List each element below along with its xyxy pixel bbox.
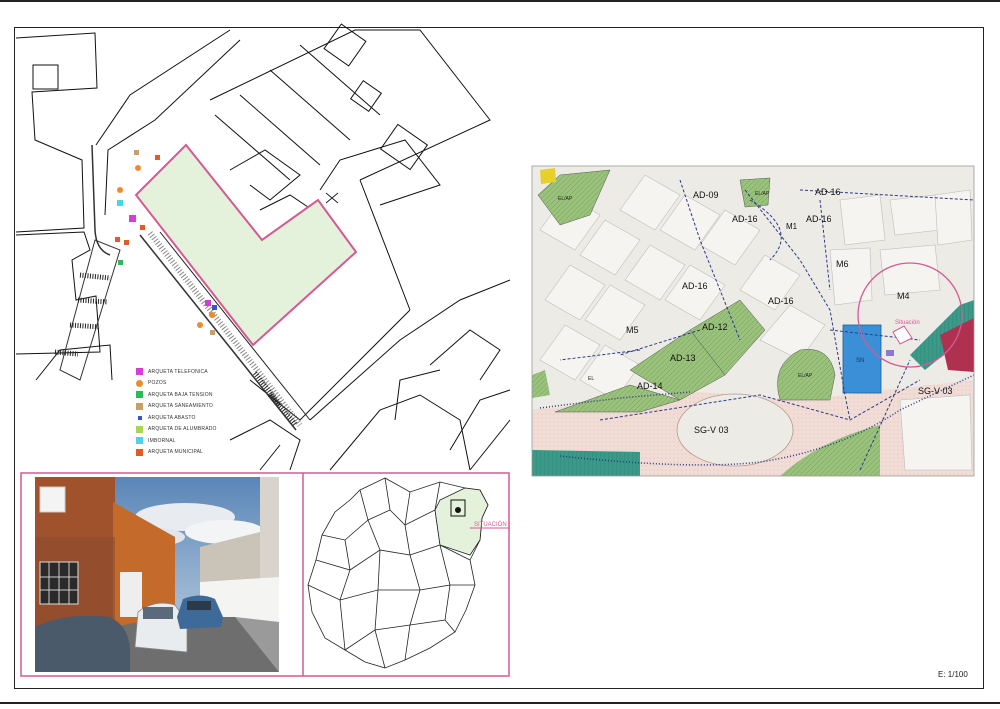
zone-label-elap: EL/AP — [798, 373, 813, 379]
zone-label-ad13: AD-13 — [670, 353, 696, 363]
zoning-map: AD-09 AD-16 AD-16 AD-16 AD-16 AD-16 AD-1… — [531, 165, 975, 477]
zone-label-sgv03: SG-V 03 — [694, 425, 729, 435]
zone-label-ad09: AD-09 — [693, 190, 719, 200]
zone-label-ad12: AD-12 — [702, 322, 728, 332]
zone-label-ad16: AD-16 — [768, 296, 794, 306]
zone-label-m4: M4 — [897, 291, 910, 301]
zone-label-m1: M1 — [786, 222, 798, 231]
zone-label-ad16: AD-16 — [806, 214, 832, 224]
zone-label-ad16: AD-16 — [682, 281, 708, 291]
scale-label: E: 1/100 — [938, 670, 968, 679]
zone-label-el: EL — [588, 376, 594, 382]
zone-label-elap: EL/AP — [755, 191, 770, 197]
zone-label-elap: EL/AP — [558, 196, 573, 202]
zone-label-m6: M6 — [836, 259, 849, 269]
zone-label-ad16: AD-16 — [815, 187, 841, 197]
zone-label-sn: SN — [856, 358, 864, 364]
situacion-label: Situación — [895, 320, 920, 326]
zone-label-ad16: AD-16 — [732, 214, 758, 224]
zone-label-ad14: AD-14 — [637, 381, 663, 391]
zone-label-m5: M5 — [626, 325, 639, 335]
zone-label-sgv03: SG-V 03 — [918, 386, 953, 396]
drawing-sheet: ARQUETA TELEFONICA POZOS ARQUETA BAJA TE… — [0, 0, 1000, 709]
